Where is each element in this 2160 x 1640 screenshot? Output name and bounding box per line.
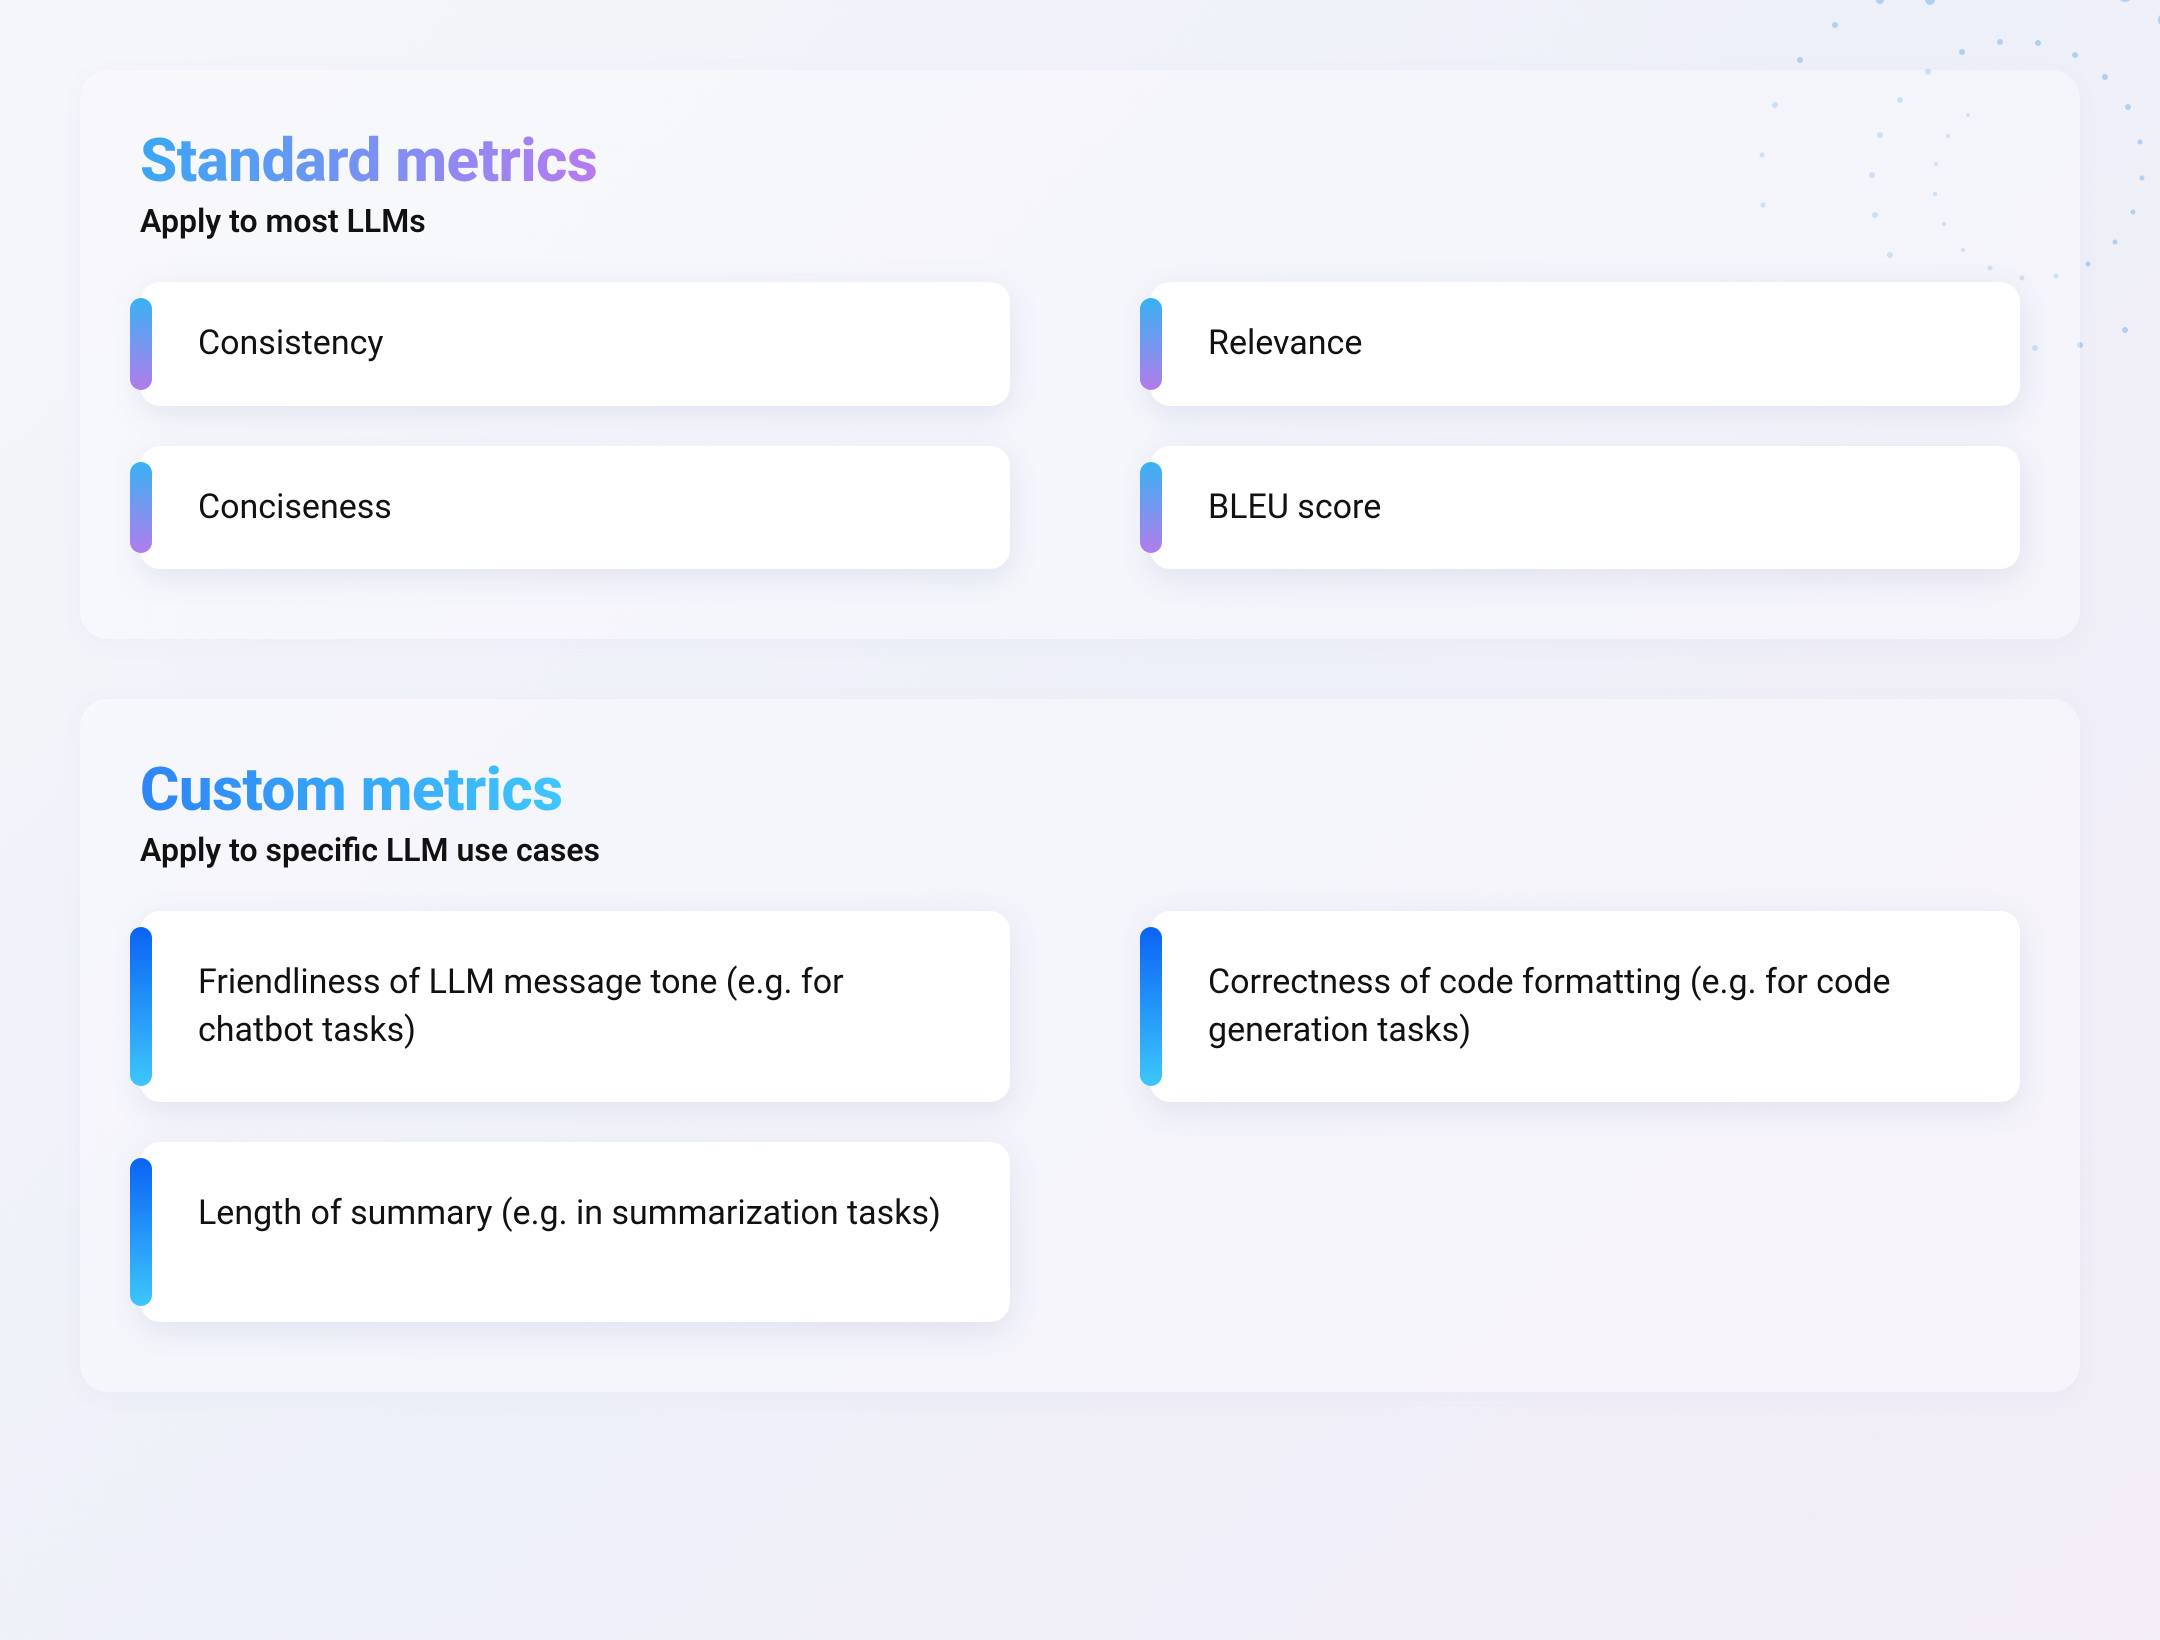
card-accent [1140, 462, 1162, 554]
cards-grid: Friendliness of LLM message tone (e.g. f… [140, 911, 2020, 1322]
metric-label: Correctness of code formatting (e.g. for… [1208, 959, 1972, 1054]
page-container: Standard metrics Apply to most LLMs Cons… [0, 0, 2160, 1472]
metric-label: Friendliness of LLM message tone (e.g. f… [198, 959, 962, 1054]
card-accent [1140, 927, 1162, 1086]
metric-label: Consistency [198, 320, 383, 368]
section-title: Standard metrics [140, 125, 597, 196]
section-subtitle: Apply to most LLMs [140, 202, 2020, 240]
section-custom-metrics: Custom metrics Apply to specific LLM use… [80, 699, 2080, 1392]
metric-card: Consistency [140, 282, 1010, 406]
metric-card: BLEU score [1150, 446, 2020, 570]
card-accent [130, 298, 152, 390]
section-standard-metrics: Standard metrics Apply to most LLMs Cons… [80, 70, 2080, 639]
section-title: Custom metrics [140, 754, 563, 825]
card-accent [130, 1158, 152, 1306]
section-subtitle: Apply to specific LLM use cases [140, 831, 2020, 869]
metric-label: BLEU score [1208, 484, 1381, 532]
metric-card: Length of summary (e.g. in summarization… [140, 1142, 1010, 1322]
metric-card: Friendliness of LLM message tone (e.g. f… [140, 911, 1010, 1102]
metric-label: Length of summary (e.g. in summarization… [198, 1190, 941, 1238]
metric-label: Relevance [1208, 320, 1362, 368]
metric-label: Conciseness [198, 484, 392, 532]
metric-card: Relevance [1150, 282, 2020, 406]
cards-grid: Consistency Relevance Conciseness BLEU s… [140, 282, 2020, 569]
metric-card: Correctness of code formatting (e.g. for… [1150, 911, 2020, 1102]
metric-card: Conciseness [140, 446, 1010, 570]
card-accent [130, 927, 152, 1086]
card-accent [130, 462, 152, 554]
card-accent [1140, 298, 1162, 390]
